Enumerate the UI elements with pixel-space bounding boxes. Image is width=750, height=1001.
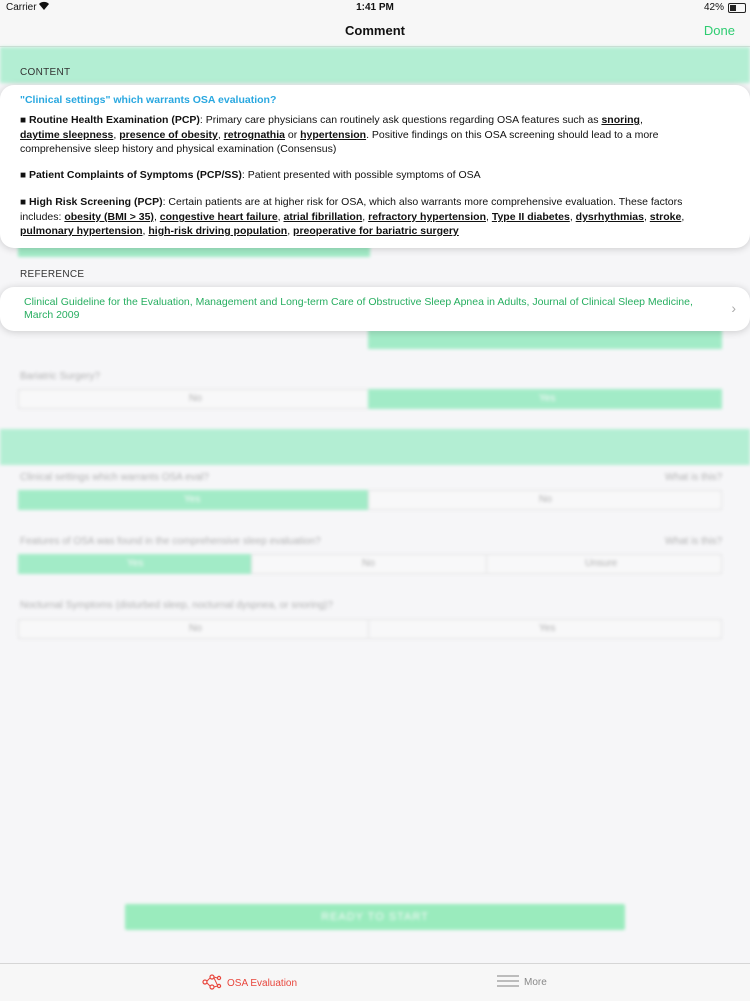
paragraph-text: or <box>284 129 301 141</box>
keyword-retrognathia: retrognathia <box>223 129 285 141</box>
keyword-chf: congestive heart failure <box>159 211 278 223</box>
background-help-link: What is this? <box>665 472 723 483</box>
done-button[interactable]: Done <box>704 23 735 38</box>
battery-percent: 42% <box>703 2 724 13</box>
background-segment: Yes <box>18 554 253 574</box>
chevron-right-icon: › <box>731 300 736 316</box>
high-risk-title: High Risk Screening (PCP) <box>28 196 163 208</box>
content-card: "Clinical settings" which warrants OSA e… <box>0 85 750 248</box>
background-segment: Yes <box>368 619 722 639</box>
background-segment <box>368 329 722 349</box>
keyword-dysrhythmias: dysrhythmias <box>575 211 644 223</box>
background-option: No <box>539 494 552 505</box>
background-option: Yes <box>539 393 556 404</box>
background-segment: Unsure <box>486 554 722 574</box>
keyword-stroke: stroke <box>649 211 682 223</box>
bullet-square-icon: ■ <box>20 170 27 181</box>
bullet-square-icon: ■ <box>20 197 27 208</box>
content-heading: "Clinical settings" which warrants OSA e… <box>20 94 277 106</box>
background-band-middle <box>0 429 750 465</box>
keyword-bariatric: preoperative for bariatric surgery <box>293 225 459 237</box>
keyword-refractory-htn: refractory hypertension <box>368 211 486 223</box>
reference-link[interactable]: Clinical Guideline for the Evaluation, M… <box>0 287 750 331</box>
paragraph-patient-complaints: ■ Patient Complaints of Symptoms (PCP/SS… <box>20 168 685 183</box>
background-segment: Yes <box>18 490 370 510</box>
background-segment: No <box>18 389 370 409</box>
bullet-square-icon: ■ <box>20 115 27 126</box>
background-question: Features of OSA was found in the compreh… <box>20 536 321 547</box>
tab-bar: OSA Evaluation More <box>0 963 750 1001</box>
keyword-high-risk-driving: high-risk driving population <box>148 225 288 237</box>
paragraph-text: : Patient presented with possible sympto… <box>241 169 481 181</box>
ready-to-start-label: READY TO START <box>321 911 429 923</box>
background-option: Unsure <box>585 558 618 569</box>
background-segment: No <box>251 554 488 574</box>
status-bar: Carrier 1:41 PM 42% <box>0 0 750 16</box>
background-question: Clinical settings which warrants OSA eva… <box>20 472 209 483</box>
keyword-pulmonary-htn: pulmonary hypertension <box>20 225 143 237</box>
keyword-diabetes: Type II diabetes <box>491 211 570 223</box>
tab-more-label: More <box>524 977 547 988</box>
ready-to-start-button: READY TO START <box>125 904 625 930</box>
background-question: Nocturnal Symptoms (disturbed sleep, noc… <box>20 600 333 611</box>
background-option: No <box>189 393 202 404</box>
reference-section-header: REFERENCE <box>20 269 85 280</box>
keyword-obesity: presence of obesity <box>119 129 218 141</box>
keyword-obesity-bmi: obesity (BMI > 35) <box>64 211 154 223</box>
routine-health-title: Routine Health Examination (PCP) <box>28 114 200 126</box>
background-option: Yes <box>539 623 556 634</box>
keyword-afib: atrial fibrillation <box>283 211 363 223</box>
navigation-bar: Comment Done <box>0 16 750 47</box>
menu-icon <box>497 974 519 991</box>
background-option: No <box>189 623 202 634</box>
clock: 1:41 PM <box>356 2 394 13</box>
background-option: No <box>362 558 375 569</box>
background-question: Bariatric Surgery? <box>20 371 101 382</box>
background-option: Yes <box>127 558 144 569</box>
tab-more[interactable]: More <box>497 974 547 991</box>
paragraph-high-risk: ■ High Risk Screening (PCP): Certain pat… <box>20 195 685 238</box>
paragraph-text: : Primary care physicians can routinely … <box>199 114 602 126</box>
tab-osa-label: OSA Evaluation <box>227 978 298 989</box>
reference-text[interactable]: Clinical Guideline for the Evaluation, M… <box>24 296 704 322</box>
patient-complaints-title: Patient Complaints of Symptoms (PCP/SS) <box>28 169 242 181</box>
paragraph-text: , <box>639 114 643 126</box>
paragraph-routine-health: ■ Routine Health Examination (PCP): Prim… <box>20 113 685 156</box>
keyword-snoring: snoring <box>601 114 640 126</box>
keyword-hypertension: hypertension <box>300 129 367 141</box>
background-segment: No <box>18 619 370 639</box>
page-title: Comment <box>345 23 405 38</box>
battery-icon <box>728 3 746 13</box>
content-section-header: CONTENT <box>20 67 71 78</box>
background-help-link: What is this? <box>665 536 723 547</box>
background-option: Yes <box>184 494 201 505</box>
background-segment: No <box>368 490 722 510</box>
background-segment: Yes <box>368 389 722 409</box>
keyword-daytime-sleepness: daytime sleepness <box>20 129 114 141</box>
tab-osa-evaluation[interactable]: OSA Evaluation <box>202 974 297 993</box>
separator: , <box>681 211 685 223</box>
background-band-top <box>0 47 750 83</box>
network-icon <box>202 974 222 993</box>
